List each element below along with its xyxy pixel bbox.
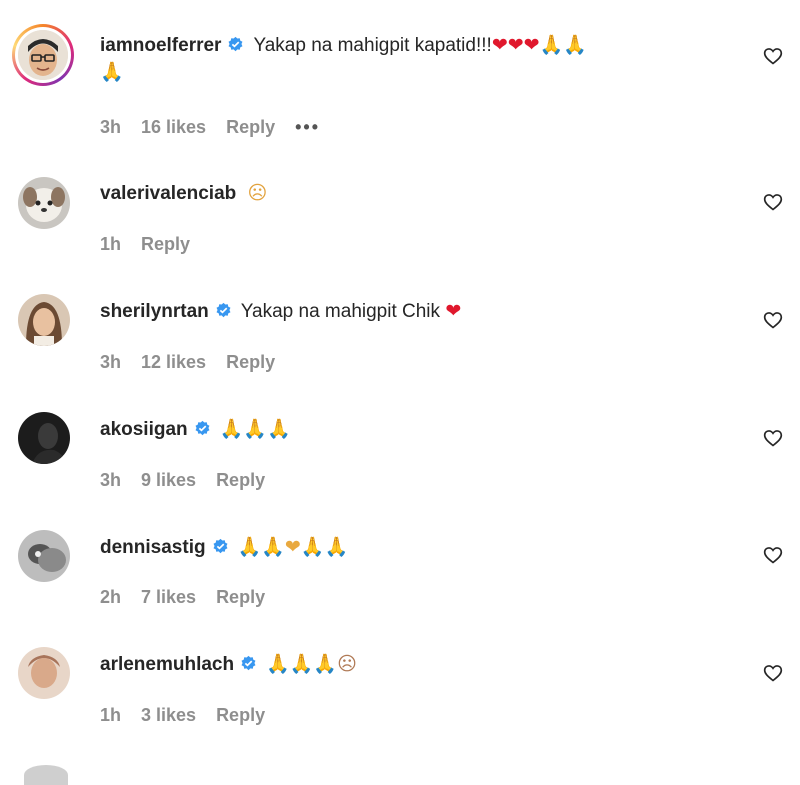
more-options-button[interactable]: ••• bbox=[295, 117, 320, 138]
username-link[interactable]: arlenemuhlach bbox=[100, 654, 234, 675]
reply-button[interactable]: Reply bbox=[216, 705, 265, 726]
verified-badge-icon bbox=[228, 36, 243, 52]
comment-likes[interactable]: 12 likes bbox=[141, 352, 206, 373]
comment-time[interactable]: 1h bbox=[100, 234, 121, 255]
comment-body: Yakap na mahigpit Chik bbox=[240, 301, 441, 322]
reply-button[interactable]: Reply bbox=[216, 470, 265, 491]
comment-text: arlenemuhlach 🙏🙏🙏☹ bbox=[100, 651, 740, 678]
comment-text: sherilynrtan Yakap na mahigpit Chik ❤ bbox=[100, 298, 740, 325]
like-heart-icon[interactable] bbox=[763, 545, 783, 565]
comment-meta: 1h Reply bbox=[100, 234, 210, 255]
avatar-partial bbox=[24, 765, 68, 785]
comment-meta: 3h 16 likes Reply ••• bbox=[100, 117, 340, 138]
comment-meta: 3h 9 likes Reply bbox=[100, 470, 285, 491]
avatar-image[interactable] bbox=[18, 177, 70, 229]
comment-text: iamnoelferrer Yakap na mahigpit kapatid!!… bbox=[100, 32, 740, 86]
like-heart-icon[interactable] bbox=[763, 46, 783, 66]
comment-emojis: ❤❤❤🙏🙏 bbox=[491, 34, 587, 56]
avatar-image[interactable] bbox=[18, 647, 70, 699]
comment-emojis: ❤ bbox=[445, 300, 462, 322]
comment-meta: 3h 12 likes Reply bbox=[100, 352, 295, 373]
comment-text: akosiigan 🙏🙏🙏 bbox=[100, 416, 740, 443]
comment-time[interactable]: 3h bbox=[100, 117, 121, 138]
reply-button[interactable]: Reply bbox=[216, 587, 265, 608]
username-link[interactable]: sherilynrtan bbox=[100, 301, 209, 322]
comment-text: valerivalenciab ☹ bbox=[100, 180, 740, 207]
comment-emojis: 🙏🙏❤🙏🙏 bbox=[237, 536, 349, 558]
comment-meta: 2h 7 likes Reply bbox=[100, 587, 285, 608]
comment-emojis: 🙏🙏🙏☹ bbox=[266, 653, 357, 675]
avatar-image[interactable] bbox=[18, 294, 70, 346]
comment-likes[interactable]: 16 likes bbox=[141, 117, 206, 138]
verified-badge-icon bbox=[195, 420, 210, 436]
like-heart-icon[interactable] bbox=[763, 428, 783, 448]
avatar-image bbox=[18, 30, 68, 80]
avatar-story-ring[interactable] bbox=[12, 24, 74, 86]
like-heart-icon[interactable] bbox=[763, 192, 783, 212]
username-link[interactable]: dennisastig bbox=[100, 537, 206, 558]
username-link[interactable]: iamnoelferrer bbox=[100, 35, 221, 56]
comment-time[interactable]: 3h bbox=[100, 352, 121, 373]
comment-text: dennisastig 🙏🙏❤🙏🙏 bbox=[100, 534, 740, 561]
like-heart-icon[interactable] bbox=[763, 310, 783, 330]
like-heart-icon[interactable] bbox=[763, 663, 783, 683]
verified-badge-icon bbox=[216, 302, 231, 318]
comment-body: Yakap na mahigpit kapatid!!! bbox=[253, 35, 492, 56]
username-link[interactable]: akosiigan bbox=[100, 419, 188, 440]
comment-time[interactable]: 2h bbox=[100, 587, 121, 608]
reply-button[interactable]: Reply bbox=[226, 352, 275, 373]
reply-button[interactable]: Reply bbox=[141, 234, 190, 255]
reply-button[interactable]: Reply bbox=[226, 117, 275, 138]
comment-likes[interactable]: 7 likes bbox=[141, 587, 196, 608]
comment-emojis-line2: 🙏 bbox=[100, 61, 124, 83]
avatar-image[interactable] bbox=[18, 412, 70, 464]
comment-time[interactable]: 1h bbox=[100, 705, 121, 726]
comment-meta: 1h 3 likes Reply bbox=[100, 705, 285, 726]
username-link[interactable]: valerivalenciab bbox=[100, 183, 236, 204]
comment-time[interactable]: 3h bbox=[100, 470, 121, 491]
comment-emojis: 🙏🙏🙏 bbox=[219, 418, 291, 440]
verified-badge-icon bbox=[213, 538, 228, 554]
comment-emojis: ☹ bbox=[247, 182, 268, 204]
avatar-image[interactable] bbox=[18, 530, 70, 582]
comment-likes[interactable]: 9 likes bbox=[141, 470, 196, 491]
comment-likes[interactable]: 3 likes bbox=[141, 705, 196, 726]
verified-badge-icon bbox=[241, 655, 256, 671]
